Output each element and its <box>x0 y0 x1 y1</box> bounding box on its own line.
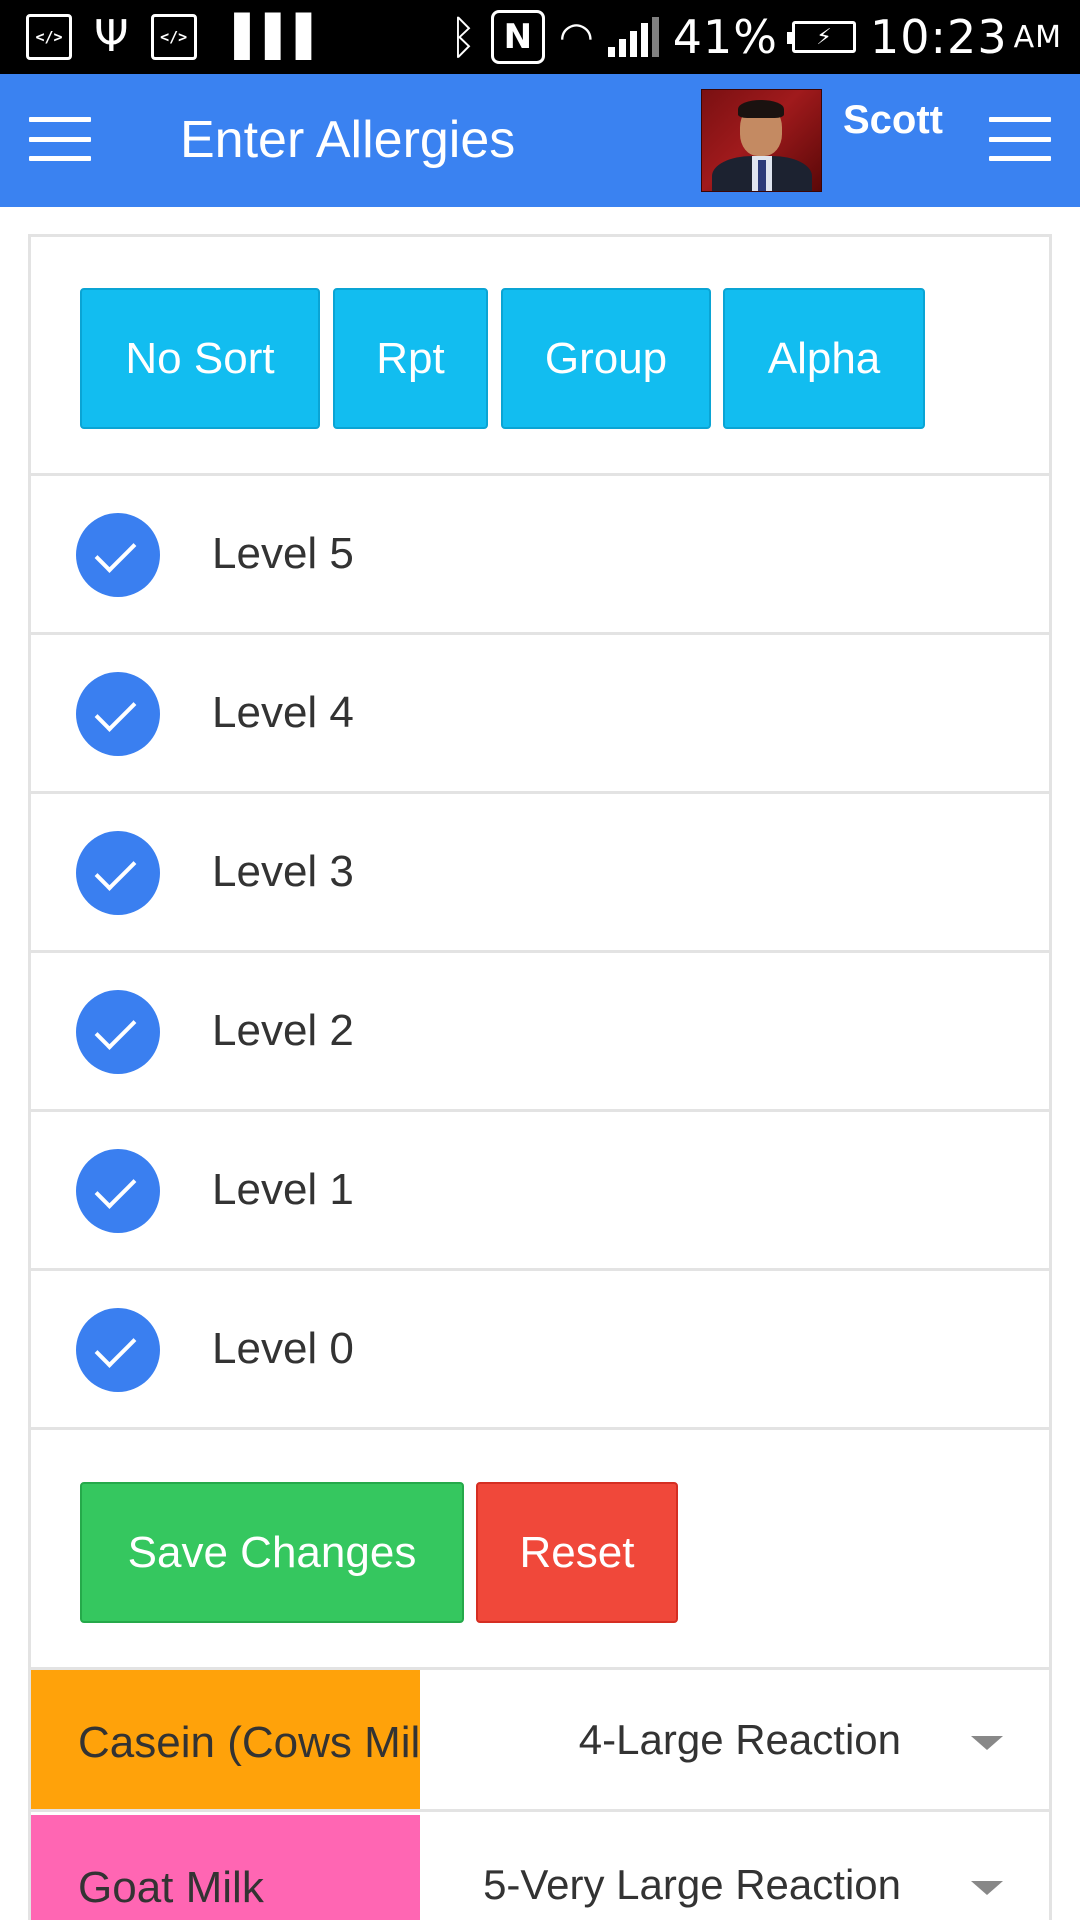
reaction-value: 5-Very Large Reaction <box>483 1861 901 1908</box>
level-label: Level 3 <box>212 847 354 896</box>
overflow-menu-icon[interactable] <box>989 117 1051 161</box>
rpt-sort-button[interactable]: Rpt <box>333 288 488 429</box>
status-right-icons: ᛒ N ◠ 41% ⚡ 10:23 AM <box>449 8 1062 66</box>
check-icon[interactable] <box>76 513 160 597</box>
barcode-icon: ▐▐▐ <box>218 14 311 60</box>
battery-percent: 41% <box>672 10 779 64</box>
level-filter-row[interactable]: Level 0 <box>31 1271 1049 1430</box>
avatar[interactable] <box>701 89 822 192</box>
clock-time: 10:23 <box>870 10 1008 64</box>
app-header: Enter Allergies Scott <box>0 74 1080 207</box>
chevron-down-icon <box>971 1736 1003 1750</box>
check-icon[interactable] <box>76 1308 160 1392</box>
level-filter-row[interactable]: Level 1 <box>31 1112 1049 1271</box>
alpha-sort-button[interactable]: Alpha <box>723 288 925 429</box>
allergy-name: Casein (Cows Milk) <box>31 1670 420 1809</box>
level-label: Level 5 <box>212 529 354 578</box>
action-toolbar: Save Changes Reset <box>31 1432 1049 1670</box>
page-title: Enter Allergies <box>180 111 516 169</box>
level-label: Level 1 <box>212 1165 354 1214</box>
reset-button[interactable]: Reset <box>476 1482 678 1623</box>
level-filter-row[interactable]: Level 5 <box>31 476 1049 635</box>
menu-icon[interactable] <box>29 117 91 161</box>
reaction-select[interactable]: 4-Large Reaction <box>420 1670 1049 1809</box>
reaction-value: 4-Large Reaction <box>578 1716 901 1763</box>
level-label: Level 0 <box>212 1324 354 1373</box>
status-bar: </> Ψ </> ▐▐▐ ᛒ N ◠ 41% ⚡ 10:23 AM <box>0 0 1080 74</box>
check-icon[interactable] <box>76 1149 160 1233</box>
allergy-panel: No Sort Rpt Group Alpha Level 5 Level 4 … <box>28 234 1052 1920</box>
level-label: Level 4 <box>212 688 354 737</box>
check-icon[interactable] <box>76 990 160 1074</box>
bluetooth-icon: ᛒ <box>449 10 477 64</box>
chevron-down-icon <box>971 1881 1003 1895</box>
sort-toolbar: No Sort Rpt Group Alpha <box>31 237 1049 476</box>
user-name[interactable]: Scott <box>843 98 943 143</box>
save-changes-button[interactable]: Save Changes <box>80 1482 464 1623</box>
reaction-select[interactable]: 5-Very Large Reaction <box>420 1815 1049 1920</box>
code-icon: </> <box>26 14 72 60</box>
level-filter-row[interactable]: Level 3 <box>31 794 1049 953</box>
battery-charging-icon: ⚡ <box>787 21 857 53</box>
allergy-row: Goat Milk 5-Very Large Reaction <box>31 1815 1049 1920</box>
signal-icon <box>607 17 659 57</box>
usb-icon: Ψ <box>94 11 129 62</box>
no-sort-button[interactable]: No Sort <box>80 288 320 429</box>
level-filter-row[interactable]: Level 4 <box>31 635 1049 794</box>
level-filter-row[interactable]: Level 2 <box>31 953 1049 1112</box>
nfc-icon: N <box>490 10 545 64</box>
check-icon[interactable] <box>76 672 160 756</box>
status-left-icons: </> Ψ </> ▐▐▐ <box>26 12 311 62</box>
allergy-name: Goat Milk <box>31 1815 420 1920</box>
group-sort-button[interactable]: Group <box>501 288 711 429</box>
allergy-row: Casein (Cows Milk) 4-Large Reaction <box>31 1670 1049 1812</box>
check-icon[interactable] <box>76 831 160 915</box>
clock-ampm: AM <box>1013 19 1062 55</box>
level-label: Level 2 <box>212 1006 354 1055</box>
wifi-icon: ◠ <box>558 14 594 60</box>
code-icon: </> <box>150 14 197 60</box>
